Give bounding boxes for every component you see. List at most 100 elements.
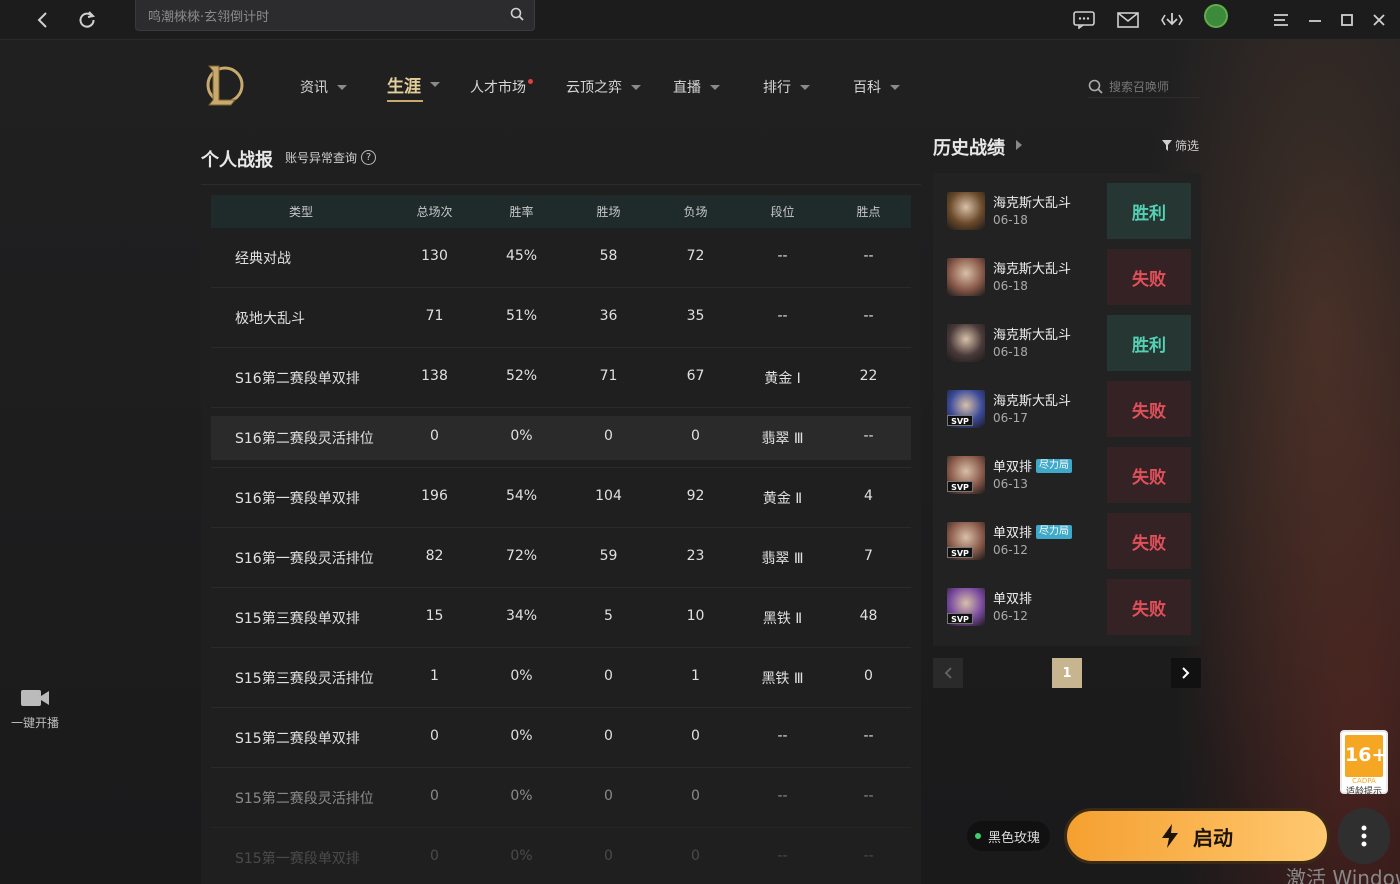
champion-icon — [947, 324, 985, 362]
column-header: 负场 — [683, 205, 708, 219]
table-cell-winrate: 54% — [505, 488, 538, 504]
match-mode: 海克斯大乱斗 — [993, 192, 1071, 211]
table-cell-lp: -- — [863, 788, 874, 804]
minimize-icon[interactable] — [1300, 5, 1330, 35]
account-anomaly-label: 账号异常查询 — [285, 151, 358, 165]
match-item[interactable]: SVP 单双排 06-12 失败 — [933, 569, 1201, 635]
match-mode-label: 海克斯大乱斗 — [993, 196, 1072, 211]
search-icon[interactable] — [510, 7, 524, 25]
match-item[interactable]: SVP 海克斯大乱斗 06-17 失败 — [933, 371, 1201, 437]
table-cell-total: 0 — [430, 728, 439, 744]
table-cell-wins: 58 — [599, 248, 618, 264]
table-row[interactable]: S15第一赛段单双排 0 0% 0 0 -- -- — [211, 828, 911, 884]
close-icon[interactable] — [1364, 5, 1394, 35]
table-cell-lp: 7 — [864, 548, 873, 564]
match-mode: 海克斯大乱斗 — [993, 390, 1071, 409]
match-date: 06-18 — [993, 279, 1028, 293]
status-badge[interactable]: 黑色玫瑰 — [967, 821, 1051, 851]
table-cell-type: S15第二赛段灵活排位 — [235, 791, 374, 807]
table-cell-wins: 0 — [604, 428, 613, 444]
notification-dot — [528, 78, 533, 84]
table-row[interactable]: S16第二赛段单双排 138 52% 71 67 黄金 Ⅰ 22 — [211, 348, 911, 408]
table-row[interactable]: S16第一赛段单双排 196 54% 104 92 黄金 Ⅱ 4 — [211, 468, 911, 528]
table-row[interactable]: S16第一赛段灵活排位 82 72% 59 23 翡翠 Ⅲ 7 — [211, 528, 911, 588]
table-row[interactable]: 极地大乱斗 71 51% 36 35 -- -- — [211, 288, 911, 348]
table-cell-total: 15 — [425, 608, 444, 624]
history-title[interactable]: 历史战绩 — [933, 134, 1005, 160]
table-row[interactable]: S15第二赛段灵活排位 0 0% 0 0 -- -- — [211, 768, 911, 828]
match-item[interactable]: 海克斯大乱斗 06-18 胜利 — [933, 305, 1201, 371]
table-cell-total: 0 — [430, 788, 439, 804]
launch-button[interactable]: 启动 — [1064, 808, 1330, 864]
table-cell-type: S15第三赛段单双排 — [235, 611, 360, 627]
table-cell-type: S16第一赛段灵活排位 — [235, 551, 374, 567]
table-row[interactable]: S16第二赛段灵活排位 0 0% 0 0 翡翠 Ⅲ -- — [211, 408, 911, 468]
nav-item-talent-market[interactable]: 人才市场 — [470, 74, 533, 100]
nav-item-live[interactable]: 直播 — [673, 74, 720, 100]
table-cell-winrate: 0% — [510, 428, 533, 444]
chevron-down-icon — [890, 84, 900, 90]
table-cell-total: 0 — [430, 848, 439, 864]
table-row[interactable]: S15第三赛段单双排 15 34% 5 10 黑铁 Ⅱ 48 — [211, 588, 911, 648]
next-page-button[interactable] — [1171, 658, 1201, 688]
nav-label: 云顶之弈 — [566, 80, 622, 96]
match-item[interactable]: 海克斯大乱斗 06-18 失败 — [933, 239, 1201, 305]
maximize-icon[interactable] — [1332, 5, 1362, 35]
champion-icon — [947, 258, 985, 296]
match-item[interactable]: 海克斯大乱斗 06-18 胜利 — [933, 173, 1201, 239]
chevron-right-icon[interactable] — [1016, 140, 1022, 150]
table-cell-rank: -- — [777, 728, 788, 744]
table-cell-losses: 67 — [686, 368, 705, 384]
filter-button[interactable]: 筛选 — [1162, 137, 1199, 154]
nav-item-tft[interactable]: 云顶之弈 — [566, 74, 641, 100]
nav-item-wiki[interactable]: 百科 — [853, 74, 900, 100]
back-icon[interactable] — [28, 5, 58, 35]
help-icon[interactable]: ? — [361, 150, 377, 165]
svp-badge: SVP — [947, 481, 973, 492]
table-cell-type: S16第二赛段单双排 — [235, 371, 360, 387]
report-table: 类型 总场次 胜率 胜场 负场 段位 胜点 经典对战 130 45% 58 72 -- --… — [201, 184, 921, 884]
match-mode: 单双排 尽力局 — [993, 522, 1073, 541]
more-vertical-icon — [1361, 825, 1367, 847]
account-anomaly-link[interactable]: 账号异常查询 ? — [285, 149, 377, 166]
table-cell-wins: 0 — [604, 848, 613, 864]
global-search-input[interactable]: 鸣潮棶棶·玄翎倒计时 — [135, 0, 535, 31]
summoner-search-input[interactable]: 搜索召唤师 — [1088, 76, 1200, 98]
status-label: 黑色玫瑰 — [988, 830, 1041, 846]
match-mode: 单双排 — [993, 588, 1032, 607]
table-cell-winrate: 0% — [510, 668, 533, 684]
user-avatar[interactable] — [1204, 4, 1228, 28]
more-options-button[interactable] — [1338, 808, 1390, 864]
match-item[interactable]: SVP 单双排 尽力局 06-12 失败 — [933, 503, 1201, 569]
report-title: 个人战报 — [201, 150, 273, 171]
nav-item-career[interactable]: 生涯 — [387, 71, 440, 102]
table-cell-winrate: 0% — [510, 848, 533, 864]
column-header: 胜场 — [596, 205, 621, 219]
mail-icon[interactable] — [1113, 5, 1143, 35]
table-cell-rank: 翡翠 Ⅲ — [761, 431, 804, 447]
table-cell-lp: -- — [863, 248, 874, 264]
table-cell-winrate: 45% — [505, 248, 538, 264]
prev-page-button[interactable] — [933, 658, 963, 688]
nav-item-news[interactable]: 资讯 — [300, 74, 347, 100]
one-click-stream-button[interactable]: 一键开播 — [6, 688, 64, 731]
nav-label: 人才市场 — [470, 80, 526, 96]
table-row[interactable]: 经典对战 130 45% 58 72 -- -- — [211, 228, 911, 288]
table-cell-type: S16第二赛段灵活排位 — [235, 431, 374, 447]
table-cell-rank: 黄金 Ⅰ — [764, 371, 801, 387]
table-row[interactable]: S15第三赛段灵活排位 1 0% 0 1 黑铁 Ⅲ 0 — [211, 648, 911, 708]
menu-icon[interactable] — [1266, 5, 1296, 35]
table-row[interactable]: S15第二赛段单双排 0 0% 0 0 -- -- — [211, 708, 911, 768]
download-icon[interactable] — [1157, 5, 1187, 35]
nav-item-ranking[interactable]: 排行 — [763, 74, 810, 100]
chat-icon[interactable] — [1069, 5, 1099, 35]
lol-logo[interactable] — [203, 62, 245, 108]
match-result: 失败 — [1107, 249, 1191, 305]
match-item[interactable]: SVP 单双排 尽力局 06-13 失败 — [933, 437, 1201, 503]
page-number-button[interactable]: 1 — [1052, 658, 1082, 688]
table-cell-losses: 35 — [686, 308, 705, 324]
search-icon[interactable] — [1088, 79, 1103, 94]
refresh-icon[interactable] — [72, 5, 102, 35]
column-header: 总场次 — [416, 205, 453, 219]
table-cell-losses: 23 — [686, 548, 705, 564]
